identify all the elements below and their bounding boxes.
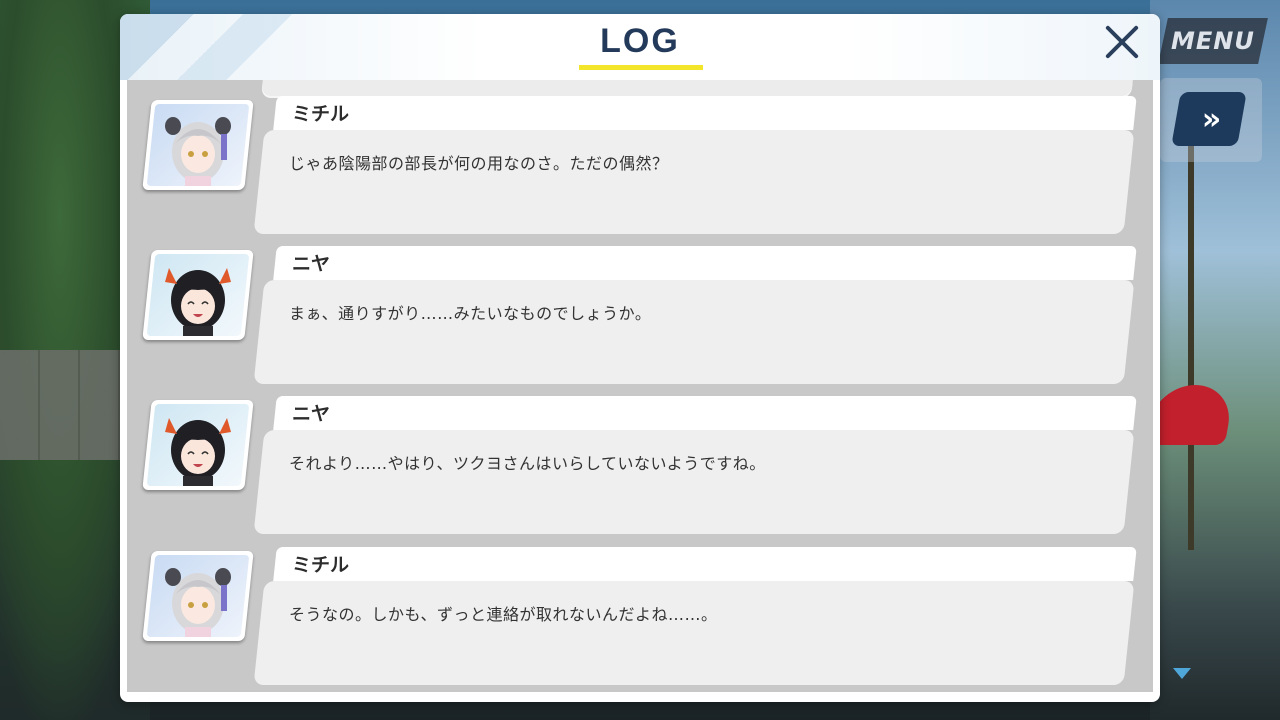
name-plate bbox=[273, 246, 1137, 280]
name-plate bbox=[273, 396, 1137, 430]
character-portrait bbox=[142, 250, 254, 340]
speaker-name: ミチル bbox=[292, 103, 350, 125]
menu-label: MENU bbox=[1171, 27, 1255, 55]
background-lamp-post bbox=[1188, 130, 1194, 550]
niya-portrait-icon bbox=[165, 418, 231, 486]
log-title: LOG bbox=[600, 22, 680, 60]
character-portrait bbox=[142, 551, 254, 641]
scroll-down-icon[interactable] bbox=[1173, 668, 1191, 679]
log-window: LOG ミチル じゃあ陰陽部の部長が何の用なのさ。ただの偶然？ ニヤ まぁ、通り… bbox=[120, 14, 1160, 702]
close-icon[interactable] bbox=[1102, 22, 1142, 62]
michiru-portrait-icon bbox=[165, 117, 231, 186]
fast-forward-button[interactable]: » bbox=[1171, 92, 1247, 146]
message-box bbox=[253, 430, 1135, 534]
speaker-name: ニヤ bbox=[292, 253, 331, 275]
log-entry: ミチル じゃあ陰陽部の部長が何の用なのさ。ただの偶然？ bbox=[127, 80, 1153, 234]
speaker-name: ミチル bbox=[292, 554, 350, 576]
message-box bbox=[253, 581, 1135, 685]
message-text: まぁ、通りすがり……みたいなものでしょうか。 bbox=[289, 304, 652, 323]
michiru-portrait-icon bbox=[165, 568, 231, 637]
log-entry: ミチル そうなの。しかも、ずっと連絡が取れないんだよね……。 bbox=[127, 531, 1153, 685]
name-plate bbox=[273, 96, 1137, 130]
character-portrait bbox=[142, 100, 254, 190]
niya-portrait-icon bbox=[165, 268, 231, 336]
name-plate bbox=[273, 547, 1137, 581]
log-header: LOG bbox=[120, 14, 1160, 80]
log-entry: ニヤ まぁ、通りすがり……みたいなものでしょうか。 bbox=[127, 230, 1153, 384]
character-portrait bbox=[142, 400, 254, 490]
message-text: それより……やはり、ツクヨさんはいらしていないようですね。 bbox=[289, 454, 766, 473]
fast-forward-icon: » bbox=[1202, 101, 1216, 137]
message-box bbox=[253, 280, 1135, 384]
title-underline bbox=[579, 65, 703, 70]
menu-button[interactable]: MENU bbox=[1158, 18, 1268, 64]
log-list[interactable]: ミチル じゃあ陰陽部の部長が何の用なのさ。ただの偶然？ ニヤ まぁ、通りすがり…… bbox=[127, 80, 1153, 692]
speaker-name: ニヤ bbox=[292, 403, 331, 425]
message-text: そうなの。しかも、ずっと連絡が取れないんだよね……。 bbox=[289, 605, 718, 624]
message-text: じゃあ陰陽部の部長が何の用なのさ。ただの偶然？ bbox=[289, 154, 669, 173]
log-entry: ニヤ それより……やはり、ツクヨさんはいらしていないようですね。 bbox=[127, 380, 1153, 534]
message-box bbox=[253, 130, 1135, 234]
